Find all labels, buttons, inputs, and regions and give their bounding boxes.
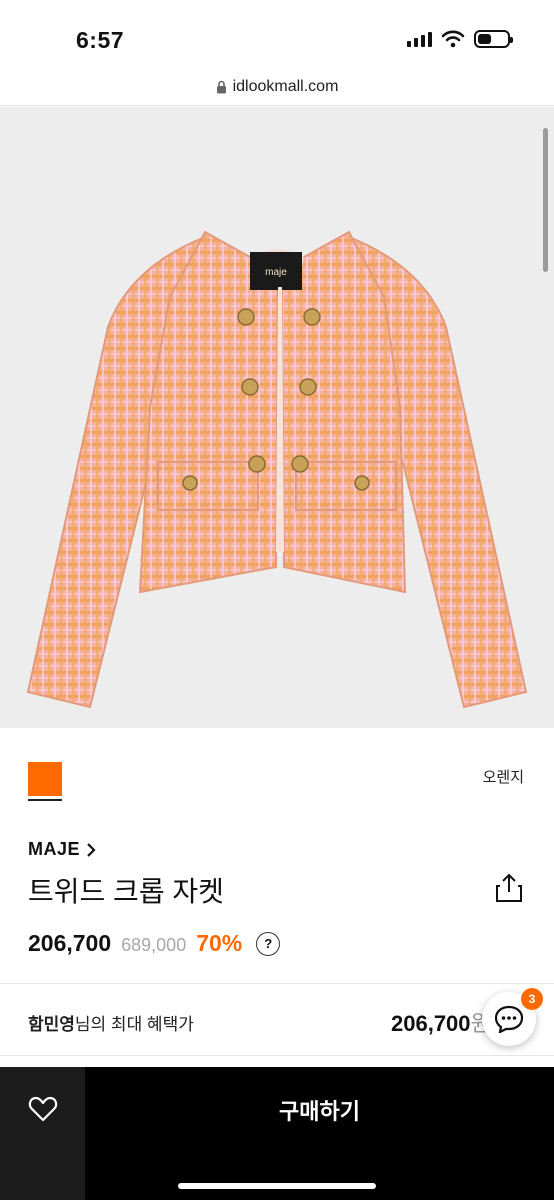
- chat-badge: 3: [521, 988, 543, 1010]
- jacket-image: maje: [26, 230, 528, 709]
- user-name: 함민영: [28, 1015, 75, 1034]
- address-bar[interactable]: idlookmall.com: [0, 68, 554, 106]
- product-image[interactable]: maje: [0, 107, 554, 728]
- chat-icon: [494, 1005, 524, 1033]
- battery-fill: [478, 34, 491, 44]
- divider: [0, 983, 554, 984]
- battery-icon: [474, 30, 513, 48]
- sale-price: 206,700: [28, 930, 112, 956]
- status-bar: 6:57: [0, 0, 554, 68]
- benefit-price: 206,700원: [391, 1006, 491, 1038]
- discount-rate: 70%: [196, 930, 243, 956]
- swatch-selected-underline: [28, 799, 62, 801]
- color-swatch-orange[interactable]: [28, 762, 62, 796]
- benefit-price-value: 206,700: [391, 1011, 471, 1036]
- brand-name: MAJE: [28, 839, 81, 859]
- buy-button[interactable]: 구매하기: [85, 1067, 554, 1153]
- brand-link[interactable]: MAJE: [28, 839, 96, 860]
- wishlist-button[interactable]: [0, 1067, 85, 1200]
- signal-icon: [407, 31, 432, 47]
- scroll-indicator[interactable]: [543, 128, 548, 272]
- home-indicator[interactable]: [178, 1183, 376, 1189]
- url-text: idlookmall.com: [232, 77, 339, 95]
- wifi-icon: [441, 30, 465, 48]
- brand-label: maje: [265, 267, 287, 278]
- benefit-label-text: 님의 최대 혜택가: [74, 1015, 194, 1034]
- help-icon[interactable]: ?: [256, 931, 281, 956]
- price-row: 206,700 689,000 70% ?: [28, 930, 281, 957]
- bottom-action-bar: 구매하기: [0, 1067, 554, 1200]
- chevron-right-icon: [87, 842, 96, 857]
- original-price: 689,000: [121, 935, 187, 955]
- status-time: 6:57: [76, 27, 125, 53]
- product-title: 트위드 크롭 자켓: [28, 876, 224, 907]
- heart-icon: [28, 1096, 57, 1122]
- lock-icon: [216, 80, 226, 93]
- status-icons: [407, 30, 513, 48]
- divider: [0, 1055, 554, 1056]
- share-icon[interactable]: [494, 872, 524, 904]
- color-name: 오렌지: [482, 769, 524, 786]
- benefit-label: 함민영님의 최대 혜택가: [28, 1010, 194, 1035]
